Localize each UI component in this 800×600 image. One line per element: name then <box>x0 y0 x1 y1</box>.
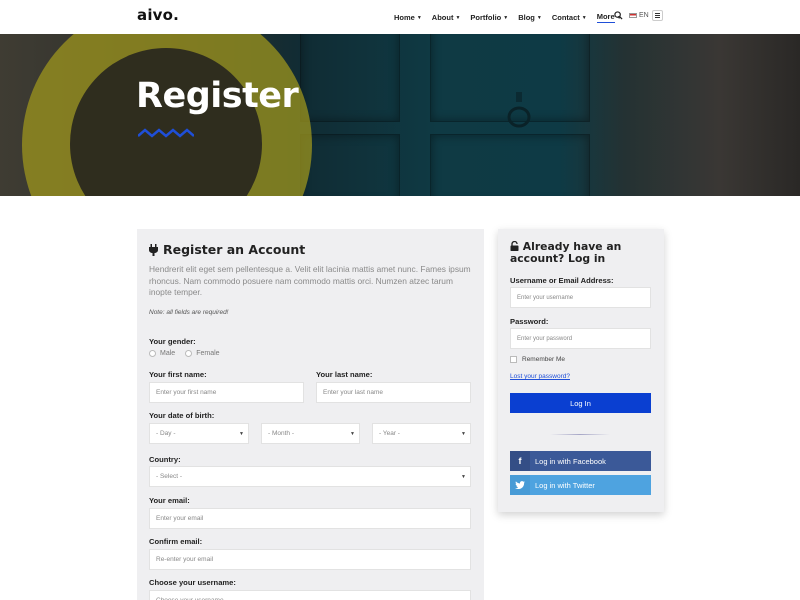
site-logo[interactable]: aivo. <box>137 6 179 24</box>
flag-icon <box>629 13 637 18</box>
twitter-label: Log in with Twitter <box>535 480 595 490</box>
main-nav: Home ▼ About ▼ Portfolio ▼ Blog ▼ Contact ▼ M… <box>394 12 632 23</box>
select-value: - Year - <box>379 430 400 437</box>
login-password-field[interactable]: Enter your password <box>510 328 651 349</box>
dob-month-select[interactable]: - Month - ▼ <box>261 423 360 444</box>
gender-label: Your gender: <box>149 337 196 346</box>
twitter-icon <box>510 475 530 495</box>
chevron-down-icon: ▼ <box>503 14 509 21</box>
unlock-icon <box>510 240 519 251</box>
gender-female-radio[interactable]: Female <box>185 350 220 357</box>
login-username-field[interactable]: Enter your username <box>510 287 651 308</box>
language-switcher[interactable]: EN <box>629 12 649 19</box>
search-icon[interactable] <box>614 11 623 20</box>
first-name-label: Your first name: <box>149 370 207 379</box>
gender-male-radio[interactable]: Male <box>149 350 175 357</box>
login-title-text: Already have an account? Log in <box>510 240 622 265</box>
remember-checkbox[interactable] <box>510 356 517 363</box>
chevron-down-icon: ▼ <box>536 14 542 21</box>
door-panel <box>430 134 590 196</box>
login-username-label: Username or Email Address: <box>510 276 614 285</box>
last-name-label: Your last name: <box>316 370 373 379</box>
caret-down-icon: ▼ <box>461 473 466 480</box>
site-header: aivo. Home ▼ About ▼ Portfolio ▼ Blog ▼ Cont… <box>0 0 800 34</box>
country-label: Country: <box>149 455 181 464</box>
remember-label: Remember Me <box>522 356 565 363</box>
dob-label: Your date of birth: <box>149 411 215 420</box>
email-label: Your email: <box>149 496 190 505</box>
nav-item-about[interactable]: About ▼ <box>432 12 461 23</box>
first-name-field[interactable]: Enter your first name <box>149 382 304 403</box>
country-select[interactable]: - Select - ▼ <box>149 466 471 487</box>
email-field[interactable]: Enter your email <box>149 508 471 529</box>
caret-down-icon: ▼ <box>239 430 244 437</box>
twitter-login-button[interactable]: Log in with Twitter <box>510 475 651 495</box>
login-title: Already have an account? Log in <box>510 241 655 265</box>
select-value: - Month - <box>268 430 295 437</box>
login-button[interactable]: Log In <box>510 393 651 413</box>
select-value: - Select - <box>156 473 183 480</box>
door-knocker-icon <box>507 92 531 128</box>
required-note: Note: all fields are required! <box>149 309 229 316</box>
nav-item-blog[interactable]: Blog ▼ <box>518 12 542 23</box>
facebook-label: Log in with Facebook <box>535 456 606 466</box>
radio-label: Male <box>160 350 176 357</box>
page-title: Register <box>136 76 299 116</box>
login-password-label: Password: <box>510 317 549 326</box>
last-name-field[interactable]: Enter your last name <box>316 382 471 403</box>
divider <box>550 434 610 435</box>
login-card: Already have an account? Log in Username… <box>498 229 664 512</box>
register-title: Register an Account <box>149 242 305 257</box>
nav-label: More <box>596 12 615 23</box>
hero-banner: Register <box>0 34 800 196</box>
username-field[interactable]: Choose your username <box>149 590 471 600</box>
username-label: Choose your username: <box>149 578 236 587</box>
nav-label: Contact <box>551 13 580 22</box>
chevron-down-icon: ▼ <box>581 14 587 21</box>
door-panel <box>300 134 400 196</box>
confirm-email-label: Confirm email: <box>149 537 203 546</box>
gender-options: Male Female <box>149 350 220 357</box>
language-label: EN <box>639 12 649 19</box>
squiggle-accent-icon <box>138 128 194 138</box>
remember-me[interactable]: Remember Me <box>510 356 565 363</box>
dob-day-select[interactable]: - Day - ▼ <box>149 423 249 444</box>
nav-item-home[interactable]: Home ▼ <box>394 12 422 23</box>
chevron-down-icon: ▼ <box>416 14 422 21</box>
door-panel <box>300 34 400 122</box>
nav-label: Blog <box>518 13 535 22</box>
select-value: - Day - <box>156 430 176 437</box>
caret-down-icon: ▼ <box>461 430 466 437</box>
hamburger-menu-icon[interactable] <box>652 10 663 21</box>
dob-year-select[interactable]: - Year - ▼ <box>372 423 471 444</box>
chevron-down-icon: ▼ <box>455 14 461 21</box>
nav-label: Portfolio <box>470 13 502 22</box>
register-title-text: Register an Account <box>163 242 306 257</box>
facebook-login-button[interactable]: f Log in with Facebook <box>510 451 651 471</box>
facebook-icon: f <box>510 451 530 471</box>
register-form-card: Register an Account Hendrerit elit eget … <box>137 229 484 600</box>
nav-label: Home <box>394 13 415 22</box>
lost-password-link[interactable]: Lost your password? <box>510 373 570 380</box>
caret-down-icon: ▼ <box>350 430 355 437</box>
radio-circle <box>149 350 156 357</box>
plug-icon <box>149 243 158 256</box>
register-intro: Hendrerit elit eget sem pellentesque a. … <box>149 264 471 297</box>
nav-label: About <box>431 13 454 22</box>
radio-label: Female <box>196 350 220 357</box>
confirm-email-field[interactable]: Re-enter your email <box>149 549 471 570</box>
nav-item-portfolio[interactable]: Portfolio ▼ <box>470 12 508 23</box>
nav-item-contact[interactable]: Contact ▼ <box>552 12 587 23</box>
radio-circle <box>185 350 193 357</box>
